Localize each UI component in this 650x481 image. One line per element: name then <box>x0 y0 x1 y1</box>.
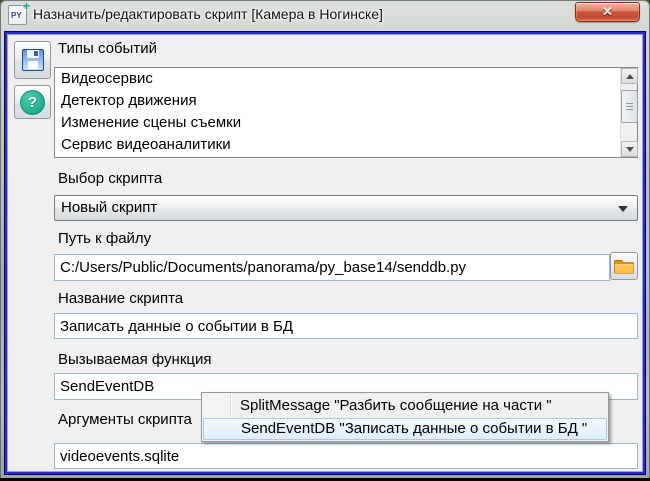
save-button[interactable] <box>14 41 51 79</box>
scroll-down-button[interactable] <box>621 141 638 157</box>
event-types-label: Типы событий <box>58 40 157 57</box>
folder-icon <box>614 260 634 274</box>
browse-folder-button[interactable] <box>610 252 638 280</box>
script-name-label: Название скрипта <box>58 290 184 307</box>
dialog-client-area: ? Типы событий Видеосервис Детектор движ… <box>9 36 641 470</box>
arguments-input[interactable] <box>54 443 638 469</box>
floppy-notch <box>33 51 38 56</box>
close-icon: ✕ <box>602 4 613 19</box>
list-item[interactable]: Видеосервис <box>55 68 637 90</box>
autocomplete-item-selected[interactable]: SendEventDB "Записать данные о событии в… <box>203 418 607 440</box>
question-mark-icon: ? <box>20 89 45 115</box>
autocomplete-popup: SplitMessage "Разбить сообщение на части… <box>201 392 609 442</box>
chevron-down-icon <box>618 206 628 212</box>
py-script-app-icon: PY + <box>8 0 30 25</box>
scrollbar-thumb[interactable] <box>621 90 638 123</box>
window-title: Назначить/редактировать скрипт [Камера в… <box>33 6 383 22</box>
triangle-up-icon <box>625 73 634 79</box>
close-button[interactable]: ✕ <box>575 2 640 22</box>
app-window: PY + Назначить/редактировать скрипт [Кам… <box>0 0 650 481</box>
floppy-disk-icon <box>21 49 44 71</box>
arguments-label: Аргументы скрипта <box>58 411 192 428</box>
combobox-value: Новый скрипт <box>61 199 158 216</box>
function-label: Вызываемая функция <box>58 351 212 368</box>
list-item[interactable]: Детектор движения <box>55 90 637 112</box>
list-item[interactable]: Изменение сцены съемки <box>55 112 637 134</box>
autocomplete-item[interactable]: SplitMessage "Разбить сообщение на части… <box>203 395 607 417</box>
help-button[interactable]: ? <box>14 85 51 119</box>
floppy-label <box>27 61 38 69</box>
scroll-up-button[interactable] <box>621 68 638 84</box>
event-types-list[interactable]: Видеосервис Детектор движения Изменение … <box>54 67 638 158</box>
vertical-scrollbar[interactable] <box>620 68 638 157</box>
script-name-input[interactable] <box>54 313 638 339</box>
file-path-input[interactable] <box>54 254 610 281</box>
plus-icon: + <box>22 0 30 13</box>
file-path-label: Путь к файлу <box>58 230 152 247</box>
titlebar[interactable]: PY + Назначить/редактировать скрипт [Кам… <box>0 0 650 31</box>
script-edit-dialog: ? Типы событий Видеосервис Детектор движ… <box>4 31 646 475</box>
triangle-down-icon <box>625 146 634 152</box>
script-select-label: Выбор скрипта <box>58 170 163 187</box>
script-select-combobox[interactable]: Новый скрипт <box>54 195 638 221</box>
py-icon-text: PY <box>11 11 22 20</box>
list-item[interactable]: Сервис видеоаналитики <box>55 134 637 156</box>
